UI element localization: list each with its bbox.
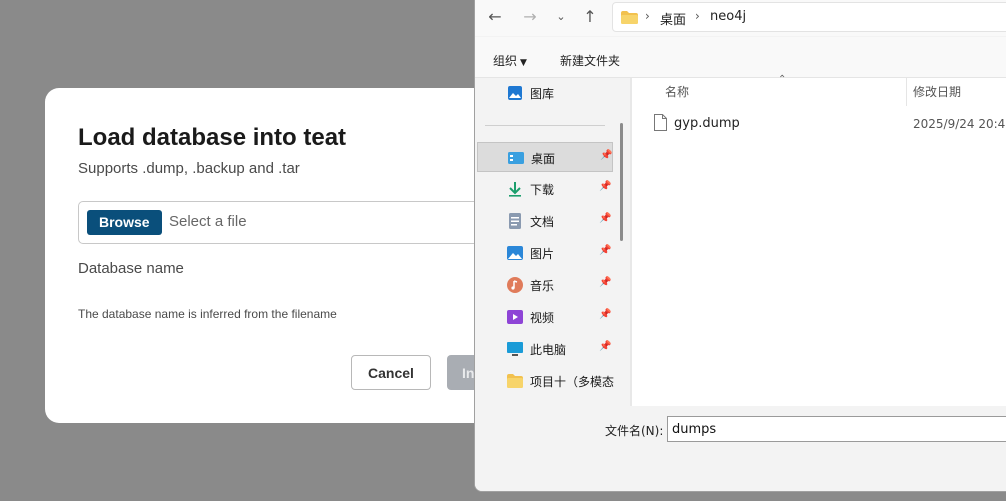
nav-label: 图库 [530, 87, 555, 101]
forward-arrow-icon[interactable]: → [519, 6, 541, 28]
filename-input[interactable] [667, 416, 1006, 442]
file-modified: 2025/9/24 20:49 [913, 117, 1006, 131]
breadcrumb-separator-icon: › [695, 9, 700, 23]
nav-item-documents[interactable]: 文档 📌 [477, 206, 613, 236]
command-bar: 组织 ▼ 新建文件夹 [475, 37, 1006, 78]
organize-menu[interactable]: 组织 ▼ [493, 52, 527, 69]
nav-item-downloads[interactable]: 下载 📌 [477, 174, 613, 204]
video-icon [507, 310, 523, 324]
nav-item-pictures[interactable]: 图片 📌 [477, 238, 613, 268]
breadcrumb-neo4j[interactable]: neo4j [710, 9, 746, 24]
document-icon [509, 213, 521, 229]
browse-button[interactable]: Browse [87, 210, 162, 235]
column-header-name[interactable]: 名称 [665, 83, 689, 100]
nav-item-music[interactable]: 音乐 📌 [477, 270, 613, 300]
file-placeholder: Select a file [169, 213, 247, 230]
caret-down-icon: ▼ [520, 58, 527, 68]
cancel-button[interactable]: Cancel [351, 355, 431, 390]
gallery-icon [508, 86, 522, 100]
folder-icon [621, 11, 638, 24]
file-open-dialog: ← → ⌄ ↑ › 桌面 › neo4j 组织 ▼ 新建文件夹 图库 桌面 📌 … [474, 0, 1006, 492]
desktop-icon [508, 152, 524, 164]
filename-label: 文件名(N): [605, 424, 664, 438]
recent-chevron-down-icon[interactable]: ⌄ [550, 6, 572, 28]
file-name: gyp.dump [674, 116, 740, 131]
nav-item-this-pc[interactable]: 此电脑 📌 [477, 334, 613, 364]
pin-icon: 📌 [599, 245, 612, 256]
database-name-label: Database name [78, 260, 184, 277]
file-icon [654, 114, 667, 131]
nav-label: 此电脑 [530, 343, 567, 357]
nav-item-project-folder[interactable]: 项目十（多模态 [477, 366, 615, 396]
pin-icon: 📌 [599, 309, 612, 320]
nav-label: 项目十（多模态 [530, 375, 615, 389]
folder-icon [507, 374, 523, 388]
database-name-hint: The database name is inferred from the f… [78, 307, 337, 321]
pin-icon: 📌 [599, 277, 612, 288]
pin-icon: 📌 [599, 341, 612, 352]
modal-title: Load database into teat [78, 124, 347, 151]
dialog-footer: 文件名(N): [475, 406, 1006, 491]
pin-icon: 📌 [599, 181, 612, 192]
pin-icon: 📌 [599, 213, 612, 224]
up-arrow-icon[interactable]: ↑ [579, 6, 601, 28]
nav-label: 文档 [530, 215, 555, 229]
organize-label: 组织 [493, 54, 518, 68]
nav-divider [485, 125, 605, 126]
nav-label: 图片 [530, 247, 555, 261]
nav-item-gallery[interactable]: 图库 [477, 78, 613, 108]
breadcrumb-desktop[interactable]: 桌面 [660, 9, 686, 28]
address-bar[interactable]: › 桌面 › neo4j [612, 2, 1006, 32]
modal-subtitle: Supports .dump, .backup and .tar [78, 160, 300, 177]
nav-item-videos[interactable]: 视频 📌 [477, 302, 613, 332]
pin-icon: 📌 [600, 150, 613, 161]
nav-label: 桌面 [531, 152, 556, 166]
download-icon [509, 182, 521, 197]
back-arrow-icon[interactable]: ← [484, 6, 506, 28]
dialog-navbar: ← → ⌄ ↑ › 桌面 › neo4j [475, 0, 1006, 36]
nav-scrollbar[interactable] [620, 123, 623, 241]
computer-icon [507, 342, 523, 356]
nav-label: 音乐 [530, 279, 555, 293]
navigation-pane: 图库 桌面 📌 下载 📌 文档 📌 图片 📌 音乐 📌 视频 📌 此电脑 📌 项… [475, 78, 630, 406]
column-header-modified[interactable]: 修改日期 [913, 83, 961, 100]
nav-item-desktop[interactable]: 桌面 📌 [477, 142, 613, 172]
sort-caret-up-icon: ⌃ [778, 74, 787, 85]
nav-label: 视频 [530, 311, 555, 325]
breadcrumb-separator-icon: › [645, 9, 650, 23]
nav-label: 下载 [530, 183, 555, 197]
file-row[interactable]: gyp.dump 2025/9/24 20:49 [654, 114, 1006, 134]
pictures-icon [507, 246, 523, 260]
new-folder-button[interactable]: 新建文件夹 [560, 52, 620, 69]
file-list: ⌃ 名称 修改日期 gyp.dump 2025/9/24 20:49 [632, 74, 1006, 406]
music-icon [507, 277, 523, 293]
column-divider[interactable] [906, 78, 907, 106]
